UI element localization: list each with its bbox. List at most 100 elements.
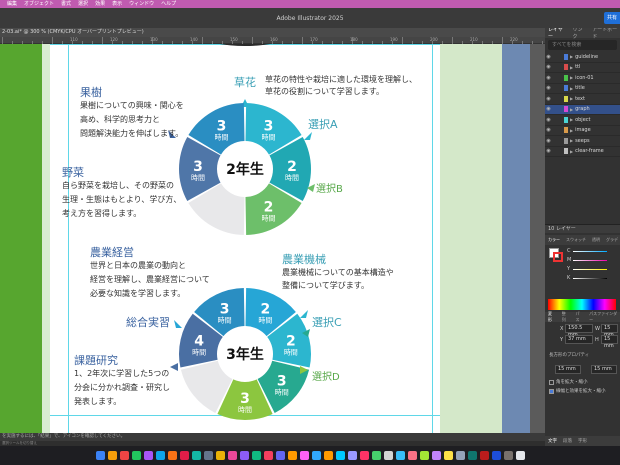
dock-app-icon[interactable] [515, 451, 525, 460]
dock-app-icon[interactable] [383, 451, 393, 460]
dock-app-icon[interactable] [431, 451, 441, 460]
fruit-body-3[interactable]: 問題解決能力を伸ばします。 [80, 128, 183, 140]
dock-app-icon[interactable] [179, 451, 189, 460]
tab-character[interactable]: 文字 [548, 438, 557, 444]
dock-app-icon[interactable] [143, 451, 153, 460]
comprehensive-heading[interactable]: 総合実習 [126, 314, 170, 330]
dock-app-icon[interactable] [251, 451, 261, 460]
dock-app-icon[interactable] [227, 451, 237, 460]
chevron-right-icon[interactable]: ▶ [570, 96, 573, 101]
corner-radius-field-1[interactable]: 15 mm [555, 365, 581, 374]
research-body-2[interactable]: 分会に分かれ調査・研究し [74, 382, 170, 394]
menu-view[interactable]: 表示 [112, 0, 122, 8]
dock-app-icon[interactable] [359, 451, 369, 460]
dock-app-icon[interactable] [455, 451, 465, 460]
select-c-label[interactable]: 選択C [312, 314, 342, 330]
chevron-right-icon[interactable]: ▶ [570, 128, 573, 133]
layer-row[interactable]: ◉ ▶ seeps [545, 136, 620, 147]
eye-icon[interactable]: ◉ [545, 138, 552, 144]
layer-row[interactable]: ◉ ▶ icon-01 [545, 73, 620, 84]
dock-app-icon[interactable] [239, 451, 249, 460]
dock-app-icon[interactable] [119, 451, 129, 460]
layer-row[interactable]: ◉ ▶ clear-frame [545, 147, 620, 157]
dock-app-icon[interactable] [503, 451, 513, 460]
chevron-right-icon[interactable]: ▶ [570, 65, 573, 70]
menu-window[interactable]: ウィンドウ [129, 0, 154, 8]
tab-layers[interactable]: レイヤー [548, 28, 566, 40]
dock-app-icon[interactable] [95, 451, 105, 460]
tab-transform[interactable]: 変形 [548, 311, 556, 323]
dock-app-icon[interactable] [443, 451, 453, 460]
tab-artboards[interactable]: アートボード [592, 28, 620, 40]
stroke-swatch[interactable] [553, 252, 563, 262]
chevron-right-icon[interactable]: ▶ [570, 107, 573, 112]
dock-app-icon[interactable] [491, 451, 501, 460]
h-field[interactable]: 15 mm [601, 335, 618, 349]
tab-color[interactable]: カラー [548, 237, 560, 243]
menu-edit[interactable]: 編集 [7, 0, 17, 8]
research-body-1[interactable]: 1、2年次に学習した5つの [74, 368, 169, 380]
select-d-label[interactable]: 選択D [312, 368, 340, 383]
tab-links[interactable]: リンク [572, 28, 586, 40]
fruit-body-2[interactable]: 高め、科学的思考力と [80, 114, 160, 126]
menu-object[interactable]: オブジェクト [24, 0, 54, 8]
eye-icon[interactable]: ◉ [545, 106, 552, 112]
tab-glyphs[interactable]: 字形 [578, 438, 587, 444]
tab-pathfinder[interactable]: パスファインダー [589, 311, 620, 323]
mgmt-body-3[interactable]: 必要な知識を学習します。 [90, 288, 185, 300]
y-field[interactable]: 37 mm [565, 335, 593, 344]
dock-app-icon[interactable] [107, 451, 117, 460]
dock-app-icon[interactable] [299, 451, 309, 460]
eye-icon[interactable]: ◉ [545, 75, 552, 81]
eye-icon[interactable]: ◉ [545, 54, 552, 60]
dock-app-icon[interactable] [191, 451, 201, 460]
layer-row[interactable]: ◉ ▶ object [545, 115, 620, 126]
channel-c-slider[interactable] [573, 251, 607, 252]
dock-app-icon[interactable] [395, 451, 405, 460]
tab-paragraph[interactable]: 段落 [563, 438, 572, 444]
veg-body-3[interactable]: 考え方を習得します。 [62, 208, 141, 220]
dock-app-icon[interactable] [311, 451, 321, 460]
layer-row[interactable]: ◉ ▶ text [545, 94, 620, 105]
dock-app-icon[interactable] [131, 451, 141, 460]
layer-row[interactable]: ◉ ▶ graph [545, 104, 620, 115]
veg-body-1[interactable]: 自ら野菜を栽培し、その野菜の [62, 180, 174, 192]
dock-app-icon[interactable] [275, 451, 285, 460]
menu-type[interactable]: 書式 [61, 0, 71, 8]
kusabana-body-1[interactable]: 草花の特性や栽培に適した環境を理解し、 [265, 74, 417, 86]
fruit-heading[interactable]: 果樹 [80, 84, 102, 100]
share-button[interactable]: 共有 [604, 12, 620, 24]
scale-corners-checkbox[interactable] [549, 380, 554, 385]
corner-radius-field-2[interactable]: 15 mm [591, 365, 617, 374]
kusabana-heading[interactable]: 草花 [234, 74, 256, 90]
tab-align[interactable]: 整列 [562, 311, 570, 323]
document-tab[interactable]: 2-03.ai* @ 300 % (CMYK/CPU オーバープリントプレビュー… [0, 28, 545, 37]
channel-m-slider[interactable] [573, 260, 607, 261]
dock-app-icon[interactable] [371, 451, 381, 460]
mgmt-body-2[interactable]: 経営を理解し、農業経営について [90, 274, 210, 286]
veg-body-2[interactable]: 生理・生態はもとより、学び方、 [62, 194, 181, 206]
research-body-3[interactable]: 発表します。 [74, 396, 121, 408]
x-field[interactable]: 150.5 mm [565, 324, 593, 338]
machinery-heading[interactable]: 農業機械 [282, 251, 326, 267]
eye-icon[interactable]: ◉ [545, 96, 552, 102]
mgmt-heading[interactable]: 農業経営 [90, 244, 134, 260]
layer-row[interactable]: ◉ ▶ image [545, 126, 620, 136]
dock-app-icon[interactable] [407, 451, 417, 460]
select-b-label[interactable]: 選択B [316, 180, 343, 195]
dock-app-icon[interactable] [215, 451, 225, 460]
chevron-right-icon[interactable]: ▶ [570, 149, 573, 154]
dock-app-icon[interactable] [287, 451, 297, 460]
dock-app-icon[interactable] [323, 451, 333, 460]
menu-help[interactable]: ヘルプ [161, 0, 176, 8]
fruit-body-1[interactable]: 果樹についての興味・関心を [80, 100, 184, 112]
kusabana-body-2[interactable]: 草花の役割について学習します。 [265, 86, 384, 98]
machinery-body-1[interactable]: 農業機械についての基本構造や [282, 267, 394, 279]
dock-app-icon[interactable] [347, 451, 357, 460]
tab-path[interactable]: パス [575, 311, 583, 323]
eye-icon[interactable]: ◉ [545, 127, 552, 133]
w-field[interactable]: 15 mm [601, 324, 618, 338]
canvas[interactable]: 3 時間 2 時間 2 時間 3 時間 3 時間 2年生 2 時間 2 時間 3 時間 3 時間 4 時間 3 時間 3年生… [0, 44, 545, 433]
eye-icon[interactable]: ◉ [545, 117, 552, 123]
eye-icon[interactable]: ◉ [545, 64, 552, 70]
